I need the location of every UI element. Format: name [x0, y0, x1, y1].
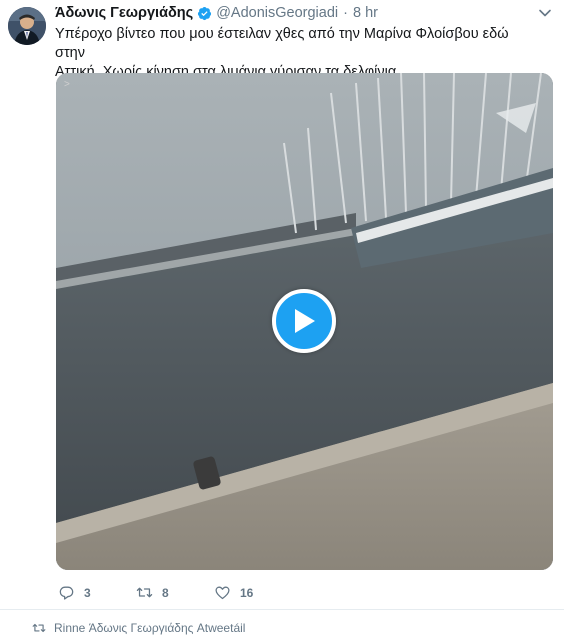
reply-icon: [59, 586, 74, 600]
retweet-button[interactable]: 8: [136, 584, 214, 601]
avatar[interactable]: [8, 7, 46, 45]
verified-badge-icon: [198, 6, 212, 20]
chevron-down-icon[interactable]: [538, 6, 552, 20]
like-button[interactable]: 16: [214, 584, 292, 601]
tweet-timestamp[interactable]: 8 hr: [353, 5, 378, 21]
separator-dot: ·: [343, 5, 348, 21]
author-name[interactable]: Άδωνις Γεωργιάδης: [55, 5, 193, 21]
play-button[interactable]: [272, 289, 336, 353]
retweet-icon: [32, 623, 46, 633]
author-handle[interactable]: @AdonisGeorgiadi: [216, 5, 338, 21]
retweet-note-text: Rinne Άδωνις Γεωργιάδης Atweetáil: [54, 621, 246, 635]
heart-icon: [215, 586, 230, 600]
retweet-note[interactable]: Rinne Άδωνις Γεωργιάδης Atweetáil: [32, 621, 245, 635]
tweet-header: Άδωνις Γεωργιάδης @AdonisGeorgiadi · 8 h…: [55, 4, 378, 22]
reply-count: 3: [84, 585, 91, 600]
divider: [0, 609, 564, 610]
tweet-actions: 3 8 16: [58, 584, 292, 601]
tweet-text-line: Υπέροχο βίντεο που μου έστειλαν χθες από…: [55, 26, 509, 61]
retweet-icon: [136, 587, 153, 598]
play-icon: [295, 309, 315, 333]
reply-button[interactable]: 3: [58, 584, 136, 601]
like-count: 16: [240, 585, 254, 600]
video-player[interactable]: >: [56, 73, 553, 570]
svg-text:>: >: [64, 79, 70, 90]
retweet-count: 8: [162, 585, 169, 600]
